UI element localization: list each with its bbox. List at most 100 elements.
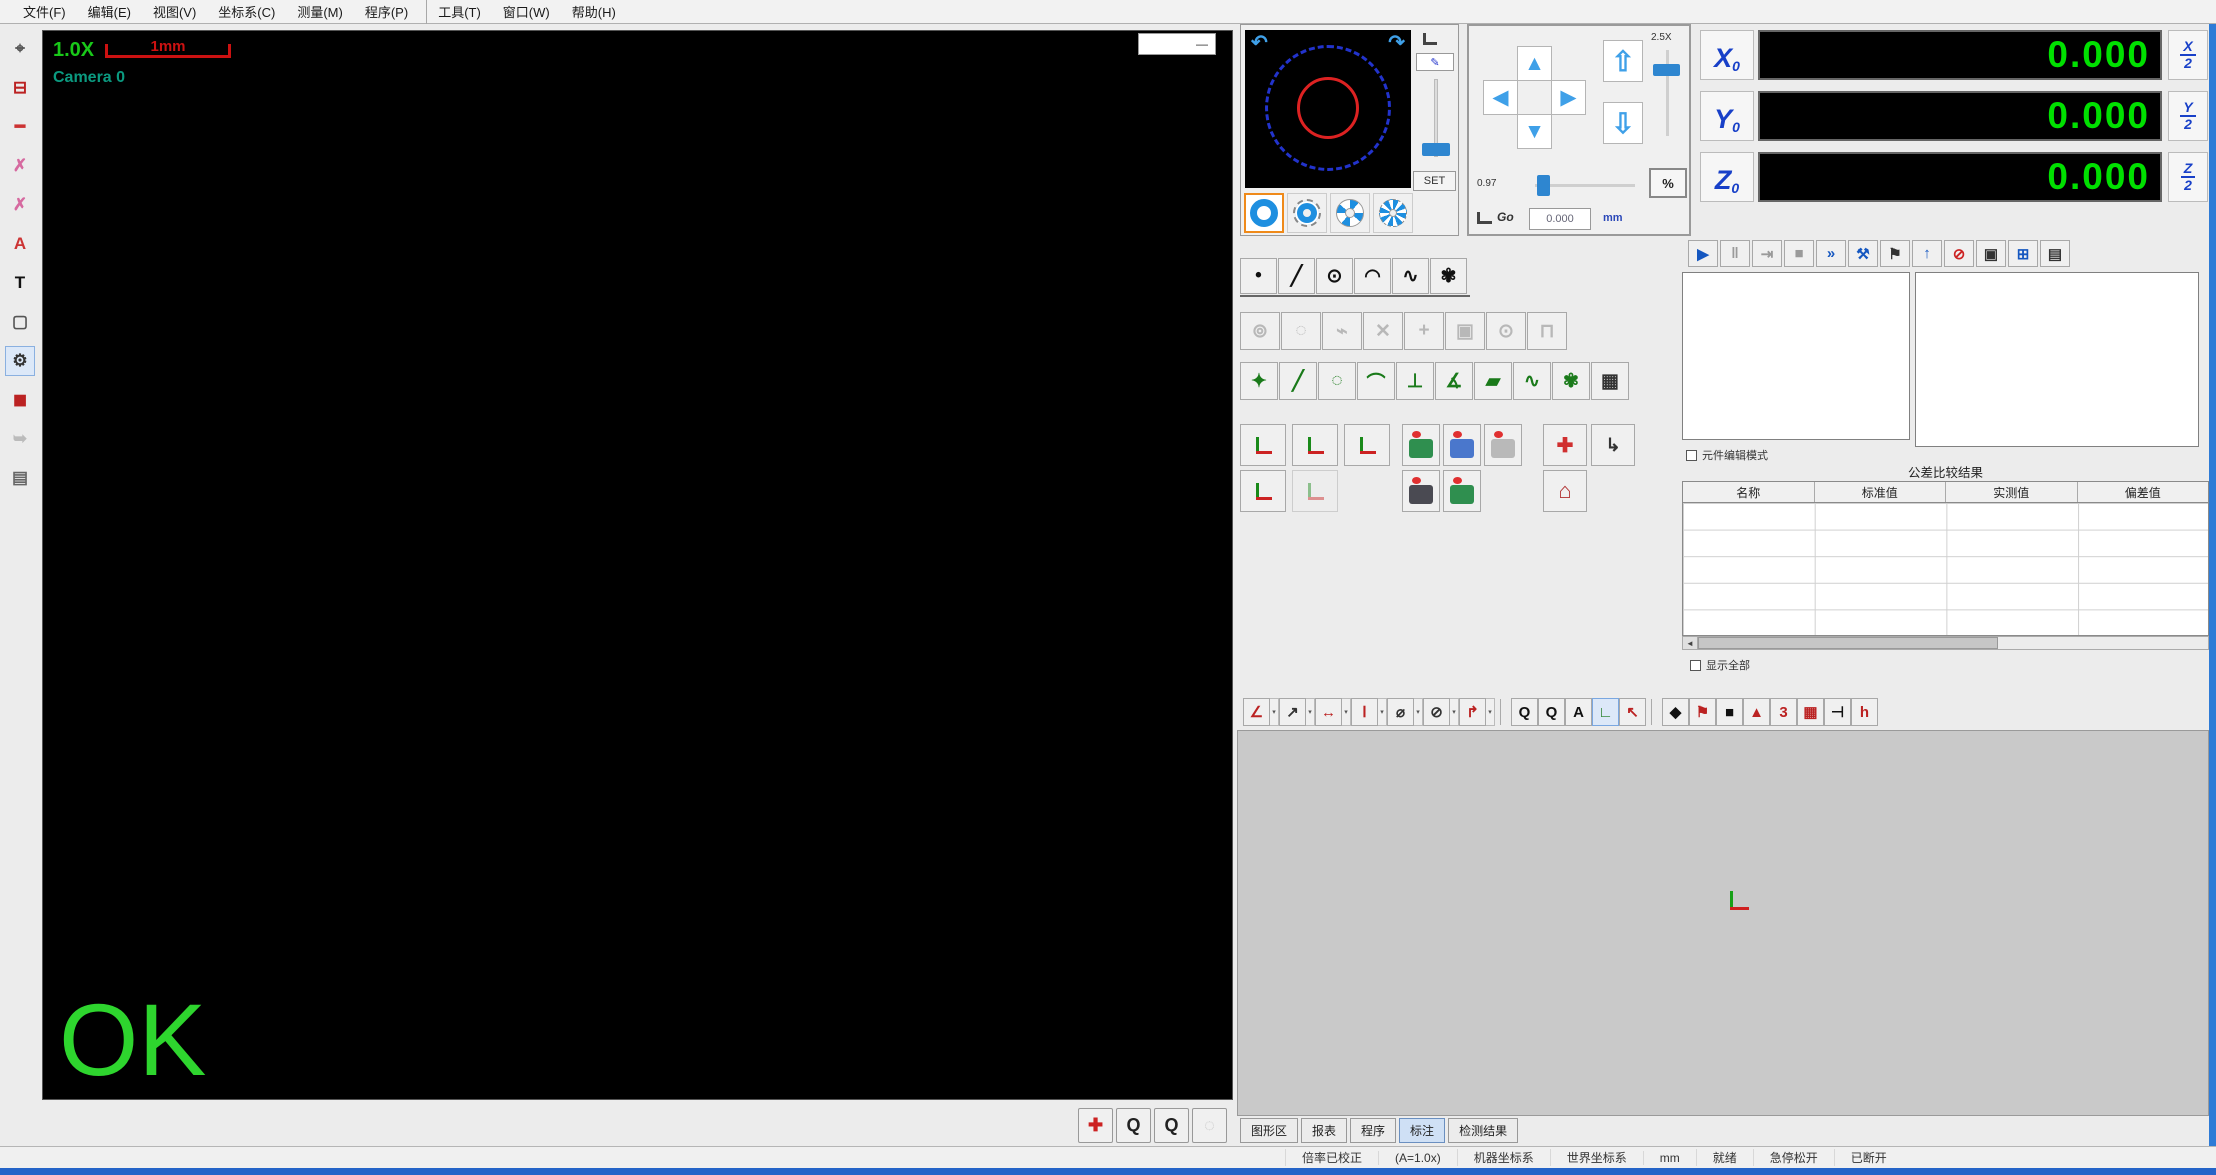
ring-light-inner[interactable] <box>1287 193 1327 233</box>
ring-light-preview[interactable]: ↶ ↷ <box>1245 30 1411 188</box>
dim-diameter[interactable]: ⌀ <box>1387 698 1414 726</box>
menu-item[interactable]: 文件(F) <box>12 0 77 24</box>
zoom-doc-button[interactable]: Q <box>1154 1108 1189 1143</box>
minimize-icon[interactable]: — <box>1196 37 1208 51</box>
dropdown-arrow-icon[interactable]: ▾ <box>1270 698 1279 726</box>
home-button[interactable]: ⌂ <box>1543 470 1587 512</box>
construct-plane[interactable]: ▰ <box>1474 362 1512 400</box>
probe-button[interactable]: ↳ <box>1591 424 1635 466</box>
menu-item[interactable]: 测量(M) <box>286 0 354 24</box>
dim-distance[interactable]: ↗ <box>1279 698 1306 726</box>
dropdown-arrow-icon[interactable]: ▾ <box>1450 698 1459 726</box>
show-all-checkbox[interactable] <box>1690 660 1701 671</box>
3d-tool[interactable]: 3 <box>1770 698 1797 726</box>
construct-curve[interactable]: ∿ <box>1513 362 1551 400</box>
rotate-cw-icon[interactable]: ↷ <box>1388 30 1405 55</box>
pause-button[interactable]: ‖ <box>1720 240 1750 267</box>
construct-point[interactable]: ✦ <box>1240 362 1278 400</box>
monitor-button-dark[interactable] <box>1402 470 1440 512</box>
camera-green2-button[interactable] <box>1443 470 1481 512</box>
feed-slider-handle[interactable] <box>1537 175 1550 196</box>
run-button[interactable]: ▶ <box>1688 240 1718 267</box>
zoom-in-tool[interactable]: Q <box>1511 698 1538 726</box>
view-tab[interactable]: 程序 <box>1350 1118 1396 1143</box>
feed-percent-button[interactable]: % <box>1649 168 1687 198</box>
fill-tool[interactable]: ■ <box>1716 698 1743 726</box>
tools-button[interactable]: ⚒ <box>1848 240 1878 267</box>
triangle-tool[interactable]: ▲ <box>1743 698 1770 726</box>
construct-perpendicular[interactable]: ⊥ <box>1396 362 1434 400</box>
edge-tool-icon[interactable]: ⊟ <box>5 73 35 103</box>
menu-item[interactable]: 坐标系(C) <box>207 0 286 24</box>
camera-view[interactable]: 1.0X Camera 0 1mm — OK <box>42 30 1233 1100</box>
tolerance-table-body[interactable] <box>1682 503 2209 636</box>
camera-overlay-box[interactable]: — <box>1138 33 1216 55</box>
measure-line[interactable]: ╱ <box>1278 258 1315 294</box>
set-origin-x-button[interactable] <box>1292 424 1338 466</box>
speed-slider-handle[interactable] <box>1653 64 1680 76</box>
stop-button[interactable]: ■ <box>1784 240 1814 267</box>
view-tab[interactable]: 报表 <box>1301 1118 1347 1143</box>
snip-tool-icon[interactable]: ✗ <box>5 151 35 181</box>
construct-closed-curve[interactable]: ✾ <box>1552 362 1590 400</box>
measure-point[interactable]: • <box>1240 258 1277 294</box>
menu-item[interactable]: 编辑(E) <box>77 0 142 24</box>
light-slider-handle[interactable] <box>1422 143 1450 156</box>
report-button[interactable]: ▤ <box>2040 240 2070 267</box>
menu-item[interactable]: 视图(V) <box>142 0 207 24</box>
flag-button[interactable]: ⚑ <box>1880 240 1910 267</box>
z-down-button[interactable]: ⇩ <box>1603 102 1643 144</box>
construct-line[interactable]: ╱ <box>1279 362 1317 400</box>
program-step-list[interactable] <box>1682 272 1910 440</box>
go-label[interactable]: Go <box>1497 210 1514 224</box>
view-tab[interactable]: 图形区 <box>1240 1118 1298 1143</box>
monitor-button[interactable]: ▣ <box>1976 240 2006 267</box>
dropdown-arrow-icon[interactable]: ▾ <box>1486 698 1495 726</box>
axes-toggle[interactable]: ∟ <box>1592 698 1619 726</box>
measure-arc[interactable]: ◠ <box>1354 258 1391 294</box>
construct-angle[interactable]: ∡ <box>1435 362 1473 400</box>
menu-item[interactable]: 帮助(H) <box>561 0 627 24</box>
z-up-button[interactable]: ⇧ <box>1603 40 1643 82</box>
ring-light-full[interactable] <box>1244 193 1284 233</box>
speed-slider[interactable] <box>1666 50 1669 136</box>
ring-light-8seg[interactable] <box>1373 193 1413 233</box>
menu-item[interactable]: 工具(T) <box>426 0 492 24</box>
construct-arc[interactable]: ⌒ <box>1357 362 1395 400</box>
dropdown-arrow-icon[interactable]: ▾ <box>1342 698 1351 726</box>
jog-left-button[interactable]: ◀ <box>1483 80 1518 115</box>
abort-button[interactable]: ⊘ <box>1944 240 1974 267</box>
ring-light-4seg[interactable] <box>1330 193 1370 233</box>
jog-right-button[interactable]: ▶ <box>1551 80 1586 115</box>
measure-closed-curve[interactable]: ✾ <box>1430 258 1467 294</box>
zoom-fit-tool[interactable]: Q <box>1538 698 1565 726</box>
step-value-input[interactable]: 0.000 <box>1529 208 1591 230</box>
dropdown-arrow-icon[interactable]: ▾ <box>1306 698 1315 726</box>
edit-mode-checkbox[interactable] <box>1686 450 1697 461</box>
list-view-icon[interactable]: ▤ <box>5 463 35 493</box>
rotate-ccw-icon[interactable]: ↶ <box>1251 30 1268 55</box>
dim-radius[interactable]: ⊘ <box>1423 698 1450 726</box>
feed-slider[interactable] <box>1535 184 1635 187</box>
dim-angle[interactable]: ∠ <box>1243 698 1270 726</box>
dro-half-button[interactable]: Z2 <box>2168 152 2208 202</box>
dim-vertical[interactable]: Ⅰ <box>1351 698 1378 726</box>
scrollbar-thumb[interactable] <box>1698 637 1998 649</box>
height-tool[interactable]: h <box>1851 698 1878 726</box>
set-origin-xy-button[interactable] <box>1240 424 1286 466</box>
pick-tool[interactable]: ↖ <box>1619 698 1646 726</box>
scroll-left-icon[interactable]: ◄ <box>1683 637 1698 649</box>
light-set-button[interactable]: SET <box>1413 171 1456 191</box>
nut-tool[interactable]: ◆ <box>1662 698 1689 726</box>
keyboard-button[interactable] <box>1484 424 1522 466</box>
camera-blue-button[interactable] <box>1443 424 1481 466</box>
menu-item[interactable]: 窗口(W) <box>492 0 561 24</box>
measure-curve[interactable]: ∿ <box>1392 258 1429 294</box>
jog-down-button[interactable]: ▼ <box>1517 114 1552 149</box>
view-tab[interactable]: 检测结果 <box>1448 1118 1518 1143</box>
dro-half-button[interactable]: X2 <box>2168 30 2208 80</box>
settings-icon[interactable]: ⚙ <box>5 346 35 376</box>
redo-icon[interactable]: ➥ <box>5 424 35 454</box>
construct-calc[interactable]: ▦ <box>1591 362 1629 400</box>
line-scan-icon[interactable]: ━ <box>5 112 35 142</box>
